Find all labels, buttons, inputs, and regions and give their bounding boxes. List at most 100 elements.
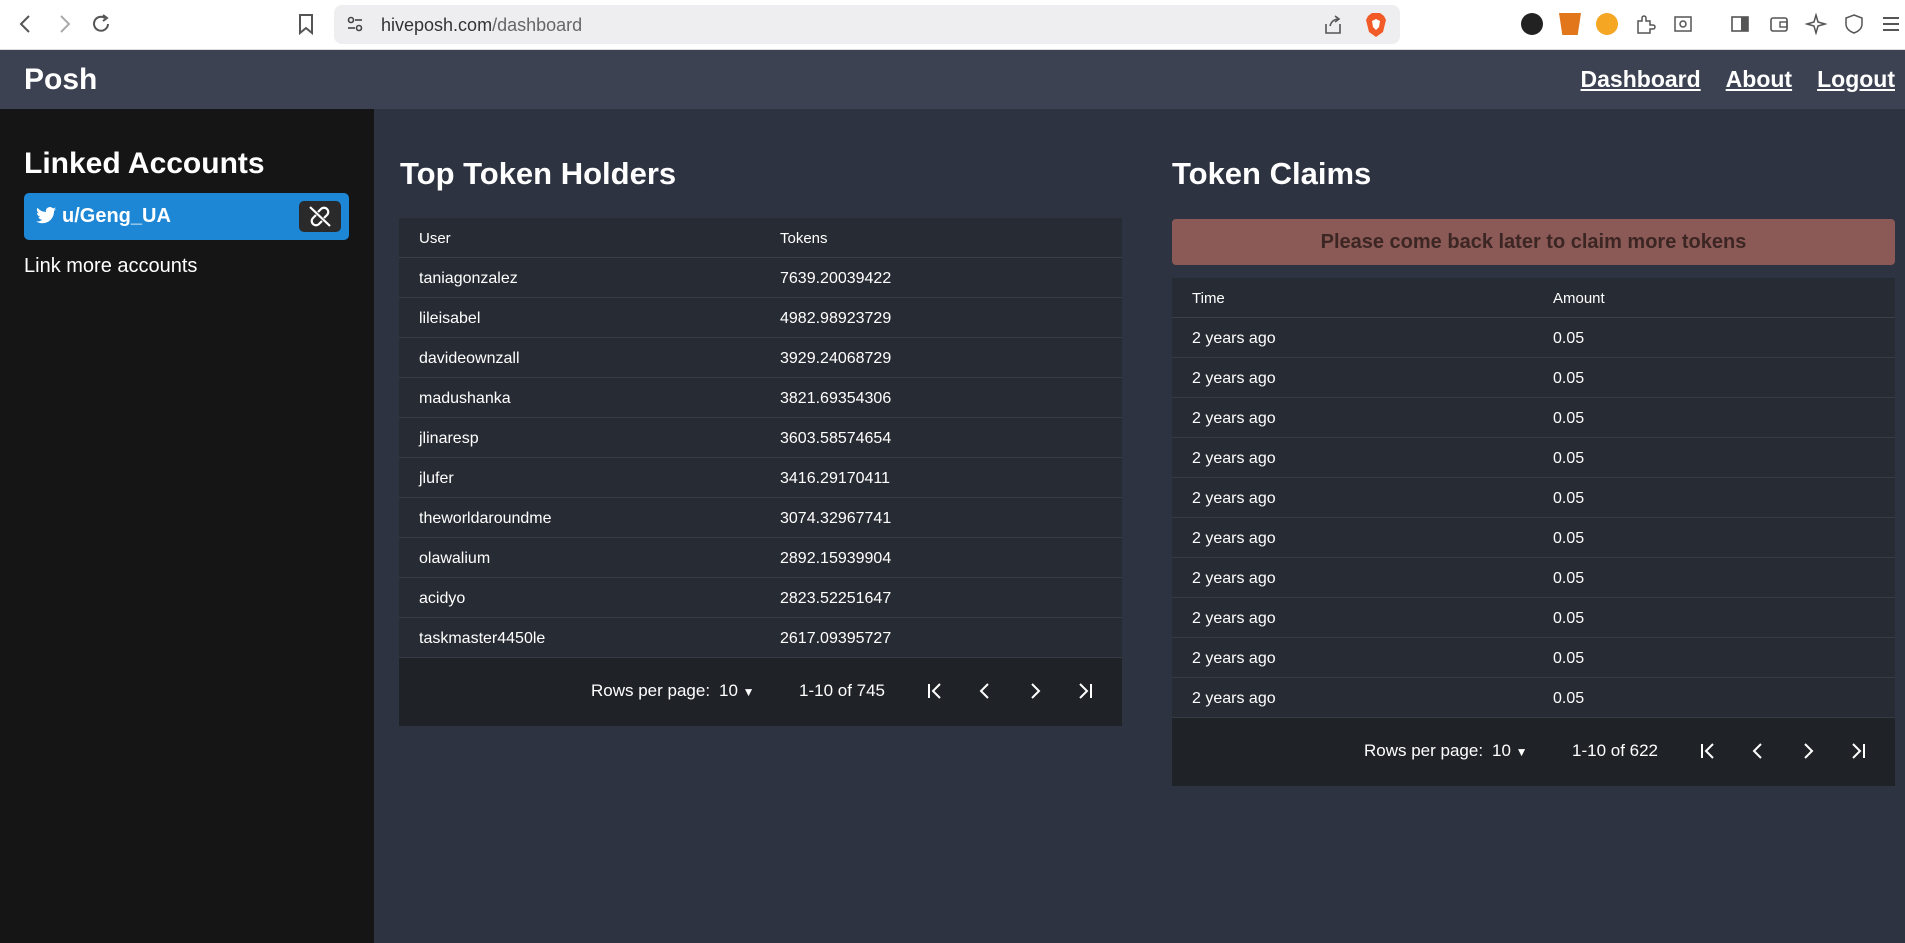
link-more-accounts-link[interactable]: Link more accounts	[24, 255, 197, 278]
column-header-user[interactable]: User	[419, 230, 451, 247]
column-header-time[interactable]: Time	[1192, 290, 1225, 307]
table-row: taskmaster4450le 2617.09395727	[399, 618, 1122, 658]
extension-icon-3[interactable]	[1596, 13, 1618, 35]
sidebar-toggle-icon[interactable]	[1729, 13, 1751, 35]
table-body: 2 years ago 0.05 2 years ago 0.05 2 years ag…	[1172, 318, 1895, 718]
cell-tokens: 4982.98923729	[780, 310, 892, 327]
cell-time: 2 years ago	[1192, 610, 1276, 627]
claim-status-text: Please come back later to claim more tok…	[1320, 231, 1747, 253]
table-row: davideownzall 3929.24068729	[399, 338, 1122, 378]
reader-icon[interactable]	[1672, 13, 1694, 35]
table-row: 2 years ago 0.05	[1172, 598, 1895, 638]
forward-icon[interactable]	[52, 12, 76, 36]
cell-tokens: 3821.69354306	[780, 390, 892, 407]
cell-amount: 0.05	[1553, 570, 1585, 587]
nav-dashboard-link[interactable]: Dashboard	[1581, 66, 1701, 93]
cell-amount: 0.05	[1553, 490, 1585, 507]
cell-user: madushanka	[419, 390, 511, 407]
last-page-icon[interactable]	[1074, 680, 1096, 702]
dropdown-arrow-icon: ▼	[742, 685, 755, 699]
cell-amount: 0.05	[1553, 650, 1585, 667]
previous-page-icon[interactable]	[1747, 740, 1769, 762]
bookmark-icon[interactable]	[294, 12, 318, 36]
last-page-icon[interactable]	[1847, 740, 1869, 762]
address-bar[interactable]: hiveposh.com/dashboard	[334, 5, 1400, 44]
rows-per-page-select[interactable]: 10 ▼	[719, 681, 755, 701]
cell-amount: 0.05	[1553, 530, 1585, 547]
holders-table: User Tokens taniagonzalez 7639.20039422 li…	[399, 218, 1122, 726]
cell-tokens: 3416.29170411	[780, 470, 891, 487]
site-settings-icon[interactable]	[345, 14, 365, 34]
nav-about-link[interactable]: About	[1726, 66, 1792, 93]
cell-tokens: 7639.20039422	[780, 270, 892, 287]
cell-user: jlufer	[419, 470, 454, 487]
table-row: 2 years ago 0.05	[1172, 558, 1895, 598]
cell-time: 2 years ago	[1192, 650, 1276, 667]
holders-title: Top Token Holders	[400, 156, 677, 191]
table-body: taniagonzalez 7639.20039422 lileisabel 4982…	[399, 258, 1122, 658]
rows-per-page-value: 10	[1492, 741, 1511, 760]
column-header-tokens[interactable]: Tokens	[780, 230, 828, 247]
first-page-icon[interactable]	[1697, 740, 1719, 762]
url-path: /dashboard	[492, 15, 583, 35]
claims-title: Token Claims	[1172, 156, 1372, 191]
claims-table: Time Amount 2 years ago 0.05 2 years ago 0.…	[1172, 278, 1895, 786]
table-row: 2 years ago 0.05	[1172, 678, 1895, 718]
table-row: madushanka 3821.69354306	[399, 378, 1122, 418]
cell-user: taskmaster4450le	[419, 630, 546, 647]
cell-tokens: 2823.52251647	[780, 590, 892, 607]
cell-time: 2 years ago	[1192, 410, 1276, 427]
nav-logout-link[interactable]: Logout	[1817, 66, 1895, 93]
url-host: hiveposh.com	[381, 15, 493, 35]
table-row: 2 years ago 0.05	[1172, 438, 1895, 478]
table-header: User Tokens	[399, 218, 1122, 258]
menu-icon[interactable]	[1880, 13, 1902, 35]
cell-tokens: 2617.09395727	[780, 630, 892, 647]
unlink-button[interactable]	[299, 201, 341, 232]
back-icon[interactable]	[14, 12, 38, 36]
table-row: 2 years ago 0.05	[1172, 638, 1895, 678]
table-row: jlufer 3416.29170411	[399, 458, 1122, 498]
table-row: 2 years ago 0.05	[1172, 358, 1895, 398]
first-page-icon[interactable]	[924, 680, 946, 702]
page-range: 1-10 of 622	[1572, 741, 1659, 760]
url-text: hiveposh.com/dashboard	[381, 15, 582, 36]
linked-account-button[interactable]: u/Geng_UA	[24, 193, 349, 240]
previous-page-icon[interactable]	[974, 680, 996, 702]
next-page-icon[interactable]	[1024, 680, 1046, 702]
extensions-icon[interactable]	[1634, 13, 1656, 35]
table-row: taniagonzalez 7639.20039422	[399, 258, 1122, 298]
next-page-icon[interactable]	[1797, 740, 1819, 762]
cell-time: 2 years ago	[1192, 450, 1276, 467]
leo-ai-icon[interactable]	[1805, 13, 1827, 35]
reload-icon[interactable]	[89, 12, 113, 36]
column-header-amount[interactable]: Amount	[1553, 290, 1605, 307]
cell-tokens: 3929.24068729	[780, 350, 892, 367]
cell-tokens: 3074.32967741	[780, 510, 892, 527]
top-nav: Dashboard About Logout	[1581, 66, 1895, 93]
cell-time: 2 years ago	[1192, 570, 1276, 587]
account-name: u/Geng_UA	[62, 205, 171, 227]
metamask-icon[interactable]	[1559, 13, 1581, 35]
cell-amount: 0.05	[1553, 690, 1585, 707]
cell-user: taniagonzalez	[419, 270, 518, 287]
vpn-shield-icon[interactable]	[1843, 13, 1865, 35]
share-icon[interactable]	[1322, 14, 1344, 36]
extension-icon-1[interactable]	[1521, 13, 1543, 35]
claim-status-banner: Please come back later to claim more tok…	[1172, 219, 1895, 265]
page-range: 1-10 of 745	[799, 681, 886, 700]
table-row: 2 years ago 0.05	[1172, 478, 1895, 518]
rows-per-page-select[interactable]: 10 ▼	[1492, 741, 1528, 761]
table-row: lileisabel 4982.98923729	[399, 298, 1122, 338]
unlink-icon	[309, 206, 331, 227]
cell-user: jlinaresp	[419, 430, 479, 447]
rows-per-page-label: Rows per page:	[1364, 741, 1484, 760]
cell-time: 2 years ago	[1192, 530, 1276, 547]
wallet-icon[interactable]	[1768, 13, 1790, 35]
cell-amount: 0.05	[1553, 410, 1585, 427]
cell-amount: 0.05	[1553, 370, 1585, 387]
table-row: jlinaresp 3603.58574654	[399, 418, 1122, 458]
rows-per-page-label: Rows per page:	[591, 681, 711, 700]
brave-shield-icon[interactable]	[1364, 12, 1388, 38]
brand-logo[interactable]: Posh	[24, 63, 97, 97]
